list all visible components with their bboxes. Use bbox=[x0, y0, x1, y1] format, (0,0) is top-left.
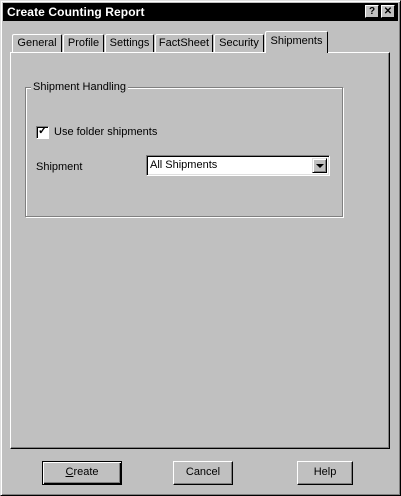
shipment-handling-group: Shipment Handling ✓ Use folder shipments… bbox=[25, 80, 343, 217]
tab-factsheet[interactable]: FactSheet bbox=[155, 34, 213, 52]
cancel-button-label: Cancel bbox=[185, 466, 221, 478]
tab-general[interactable]: General bbox=[12, 34, 62, 52]
tab-label: FactSheet bbox=[158, 37, 210, 49]
tab-label: Profile bbox=[67, 37, 100, 49]
dropdown-button[interactable] bbox=[312, 158, 327, 173]
shipments-tab-panel: Shipment Handling ✓ Use folder shipments… bbox=[10, 52, 390, 449]
help-icon[interactable]: ? bbox=[365, 5, 379, 18]
checkmark-icon: ✓ bbox=[38, 125, 48, 137]
chevron-down-icon bbox=[316, 164, 324, 168]
shipment-dropdown[interactable]: All Shipments bbox=[146, 155, 330, 176]
tab-label: Settings bbox=[109, 37, 150, 49]
use-folder-shipments-label[interactable]: Use folder shipments bbox=[54, 126, 157, 139]
tab-label: Shipments bbox=[270, 35, 323, 47]
tab-label: Security bbox=[219, 37, 259, 49]
title-bar[interactable]: Create Counting Report ? ✕ bbox=[3, 3, 398, 21]
tab-profile[interactable]: Profile bbox=[63, 34, 104, 52]
tab-label: General bbox=[17, 37, 57, 49]
help-button[interactable]: Help bbox=[297, 461, 353, 485]
cancel-button[interactable]: Cancel bbox=[173, 461, 233, 485]
tab-security[interactable]: Security bbox=[214, 34, 264, 52]
help-button-label: Help bbox=[313, 466, 337, 478]
create-button[interactable]: Create bbox=[42, 461, 122, 485]
dialog-window: Create Counting Report ? ✕ General Profi… bbox=[0, 0, 401, 496]
tab-shipments[interactable]: Shipments bbox=[265, 31, 328, 53]
create-button-label: Create bbox=[65, 466, 99, 478]
use-folder-shipments-checkbox[interactable]: ✓ bbox=[36, 125, 49, 139]
shipment-selected-value: All Shipments bbox=[150, 159, 218, 171]
close-icon[interactable]: ✕ bbox=[381, 5, 395, 18]
group-title: Shipment Handling bbox=[31, 80, 128, 94]
shipment-label: Shipment bbox=[36, 161, 83, 173]
tab-settings[interactable]: Settings bbox=[105, 34, 154, 52]
window-title: Create Counting Report bbox=[7, 5, 145, 19]
